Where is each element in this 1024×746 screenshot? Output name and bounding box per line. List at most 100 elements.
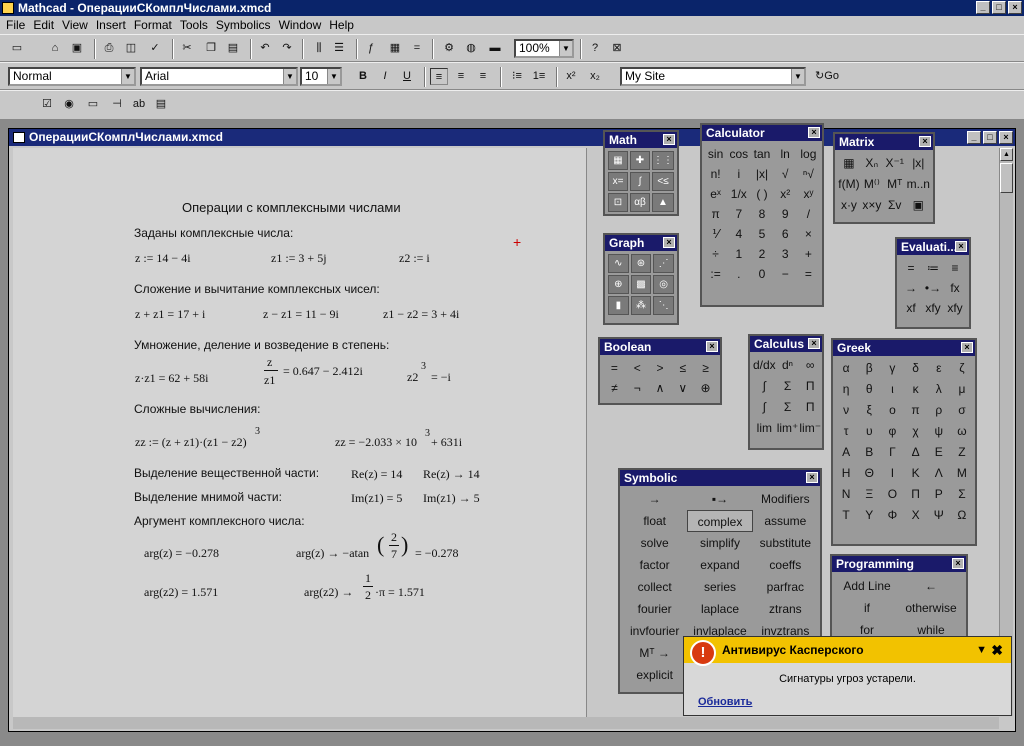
greek-key[interactable]: λ [928,379,950,399]
close-button[interactable]: × [1008,1,1022,14]
greek-key[interactable]: Ω [951,505,973,525]
font-size-select[interactable]: 10 ▼ [300,67,342,86]
new-icon[interactable]: ▭ [8,40,26,57]
close-icon[interactable]: × [806,472,818,483]
calc-key[interactable]: i [727,164,750,184]
calc-key[interactable]: ⁿ√ [797,164,820,184]
greek-key[interactable]: θ [858,379,880,399]
subscript-icon[interactable]: x₂ [586,68,604,85]
calculus-toolbar-icon[interactable]: ∫ [630,172,650,191]
calc-key[interactable]: 4 [727,224,750,244]
greek-key[interactable]: Ι [881,463,903,483]
eval-key[interactable]: → [900,278,922,298]
prog-key[interactable]: Add Line [835,575,899,597]
close-icon[interactable]: × [952,558,964,569]
go-button[interactable]: ↻Go [810,68,844,85]
eval-key[interactable]: xf [900,298,922,318]
symbolic-key[interactable]: collect [622,576,687,598]
calc-key[interactable]: 1 [727,244,750,264]
doc-maximize-button[interactable]: □ [983,131,997,144]
eval-key[interactable]: fx [944,278,966,298]
limit-icon[interactable]: lim [753,418,776,438]
greek-key[interactable]: Κ [904,463,926,483]
math-region[interactable]: z2 := i [399,251,430,266]
align-left-icon[interactable]: ≡ [430,68,448,85]
symbolic-key[interactable]: laplace [687,598,752,620]
eval-key[interactable]: xfy [944,298,966,318]
eval-key[interactable]: ≡ [944,258,966,278]
menu-file[interactable]: File [2,18,29,32]
save-icon[interactable]: ▣ [68,40,86,57]
eval-key[interactable]: xfy [922,298,944,318]
greek-key[interactable]: Ψ [928,505,950,525]
prog-key[interactable]: ← [899,575,963,597]
math-region[interactable]: arg(z2) → [304,585,353,600]
greek-key[interactable]: Χ [904,505,926,525]
listbox-control-icon[interactable]: ▤ [152,96,170,113]
slider-control-icon[interactable]: ⊣ [108,96,126,113]
bool-key[interactable]: ≤ [671,358,694,378]
site-select[interactable]: My Site ▼ [620,67,806,86]
bold-icon[interactable]: B [354,68,372,85]
align-down-icon[interactable]: ☰ [330,40,348,57]
palette-title[interactable]: Matrix × [835,134,933,150]
web-icon[interactable]: ▬ [486,40,504,57]
greek-key[interactable]: Θ [858,463,880,483]
redo-icon[interactable]: ↷ [278,40,296,57]
infinity-icon[interactable]: ∞ [799,355,821,375]
calc-key[interactable]: := [704,264,727,284]
calc-key[interactable]: 1/x [727,184,750,204]
transpose-icon[interactable]: Mᵀ [884,174,906,194]
math-region[interactable]: z − z1 = 11 − 9i [263,307,339,322]
palette-title[interactable]: Evaluati... × [897,239,969,255]
prog-key[interactable]: if [835,597,899,619]
doc-minimize-button[interactable]: _ [967,131,981,144]
greek-key[interactable]: Φ [881,505,903,525]
symbolic-key[interactable]: coeffs [753,554,818,576]
help-icon[interactable]: ? [586,40,604,57]
math-region[interactable]: zz = −2.033 × 10 [335,435,417,450]
symbolic-key[interactable]: Mᵀ → [622,642,687,664]
menu-tools[interactable]: Tools [176,18,212,32]
matrix-toolbar-icon[interactable]: ⋮⋮ [652,151,674,170]
paste-icon[interactable]: ▤ [224,40,242,57]
product-icon[interactable]: Π [799,376,821,396]
undo-icon[interactable]: ↶ [256,40,274,57]
symbolic-key[interactable]: float [622,510,687,532]
calculate-icon[interactable]: = [408,40,426,57]
calc-key[interactable]: π [704,204,727,224]
italic-icon[interactable]: I [376,68,394,85]
greek-key[interactable]: γ [881,358,903,378]
range-product-icon[interactable]: Π [799,397,821,417]
bar-3d-icon[interactable]: ▮ [608,296,629,315]
maximize-button[interactable]: □ [992,1,1006,14]
dropdown-arrow-icon[interactable]: ▼ [976,637,987,663]
bool-key[interactable]: > [649,358,672,378]
menu-edit[interactable]: Edit [29,18,58,32]
close-icon[interactable]: × [663,134,675,145]
greek-key[interactable]: Π [904,484,926,504]
calc-key[interactable]: 2 [750,244,773,264]
palette-title[interactable]: Programming × [832,556,966,572]
numbering-icon[interactable]: 1≡ [530,68,548,85]
calc-key[interactable]: 3 [774,244,797,264]
calc-key[interactable]: n! [704,164,727,184]
bool-key[interactable]: ∨ [671,378,694,398]
palette-title[interactable]: Symbolic × [620,470,820,486]
close-icon[interactable]: × [706,341,718,352]
math-region[interactable]: Im(z1) → 5 [423,491,480,506]
math-region[interactable]: = 0.647 − 2.412i [283,364,363,379]
bool-key[interactable]: ≥ [694,358,717,378]
greek-key[interactable]: ρ [928,400,950,420]
cut-icon[interactable]: ✂ [178,40,196,57]
greek-key[interactable]: Σ [951,484,973,504]
symbolic-key[interactable]: ztrans [753,598,818,620]
range-sum-icon[interactable]: Σ [777,397,799,417]
open-icon[interactable]: ⌂ [46,40,64,57]
menu-view[interactable]: View [58,18,92,32]
insert-component-icon[interactable]: ⚙ [440,40,458,57]
greek-key[interactable]: ο [881,400,903,420]
math-region[interactable]: z + z1 = 17 + i [135,307,205,322]
align-across-icon[interactable]: ⫼ [310,40,328,57]
greek-key[interactable]: Λ [928,463,950,483]
